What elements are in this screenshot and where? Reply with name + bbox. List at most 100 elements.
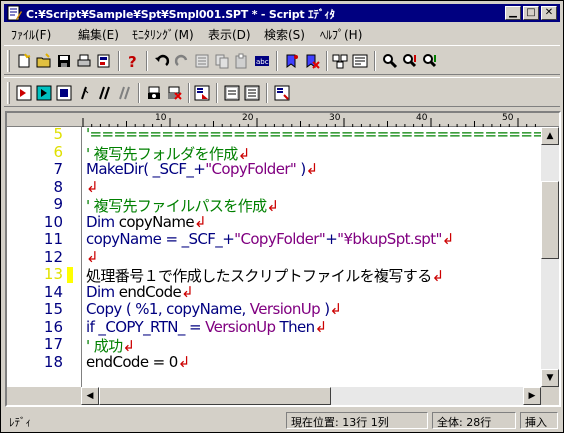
search-icon[interactable] bbox=[382, 53, 398, 69]
compile-icon[interactable] bbox=[332, 53, 348, 69]
stop-icon[interactable] bbox=[56, 85, 72, 101]
code-editor[interactable]: '=======================================… bbox=[81, 127, 541, 387]
menu-edit[interactable]: 編集(E) bbox=[78, 26, 119, 43]
clear-breakpoint-icon[interactable] bbox=[166, 85, 182, 101]
code-token: Copy ( %1, copyName, bbox=[86, 300, 250, 318]
scroll-up-button[interactable]: ▲ bbox=[541, 127, 559, 145]
status-bar: ﾚﾃﾞｨ 現在位置: 13行 1列 全体: 28行 挿入 bbox=[4, 410, 560, 430]
status-total-lines: 28行 bbox=[466, 416, 492, 429]
code-token: endCode bbox=[118, 282, 182, 301]
menu-file[interactable]: ﾌｧｲﾙ(F) bbox=[11, 26, 51, 43]
toolbar-grip[interactable] bbox=[7, 82, 10, 104]
step-out-icon[interactable] bbox=[116, 85, 132, 101]
code-line[interactable]: if _COPY_RTN_ = VersionUp Then↲ bbox=[86, 318, 327, 336]
vertical-scrollbar[interactable]: ▲ ▼ bbox=[541, 127, 559, 387]
code-token: ↲ bbox=[193, 212, 207, 231]
title-bar: C:¥Script¥Sample¥Spt¥Smpl001.SPT * - Scr… bbox=[4, 4, 560, 22]
step-over-icon[interactable] bbox=[96, 85, 112, 101]
minimize-button[interactable]: ▁ bbox=[505, 6, 521, 20]
code-line[interactable]: Dim copyName↲ bbox=[86, 212, 207, 231]
save-icon[interactable] bbox=[56, 53, 72, 69]
horizontal-scrollbar[interactable]: ◀ ▶ bbox=[81, 387, 541, 405]
line-number: 8 bbox=[53, 177, 63, 196]
properties-icon[interactable] bbox=[352, 53, 368, 69]
toolbar-separator bbox=[138, 83, 140, 103]
menu-monitoring[interactable]: ﾓﾆﾀﾘﾝｸﾞ(M) bbox=[132, 26, 194, 43]
toolbar-separator bbox=[326, 51, 328, 71]
code-token: Then bbox=[275, 317, 316, 336]
line-number-gutter: 5 6 7 8 9 10 11 12 13 14 15 16 17 18 bbox=[7, 125, 81, 387]
code-token: ↲ bbox=[177, 352, 191, 371]
status-ready: ﾚﾃﾞｨ bbox=[9, 416, 31, 429]
line-number: 9 bbox=[53, 195, 63, 213]
main-window: C:¥Script¥Sample¥Spt¥Smpl001.SPT * - Scr… bbox=[0, 0, 564, 433]
ruler-label-30: 30 bbox=[329, 113, 341, 123]
line-number: 7 bbox=[53, 160, 63, 178]
call-stack-icon[interactable] bbox=[274, 85, 290, 101]
close-button[interactable]: ✕ bbox=[541, 6, 557, 20]
new-file-icon[interactable] bbox=[16, 53, 32, 69]
code-token: VersionUp bbox=[205, 317, 276, 336]
line-number: 5 bbox=[53, 125, 63, 143]
vertical-scroll-thumb[interactable] bbox=[541, 181, 559, 259]
code-line[interactable]: ↲ bbox=[86, 248, 99, 266]
copy-icon[interactable] bbox=[214, 53, 230, 69]
code-token: ↲ bbox=[266, 197, 280, 215]
ruler-label-50: 50 bbox=[502, 113, 514, 123]
scroll-down-button[interactable]: ▼ bbox=[541, 369, 559, 387]
maximize-button[interactable]: □ bbox=[523, 6, 539, 20]
scroll-corner bbox=[541, 387, 559, 405]
status-total: 全体: 28行 bbox=[432, 412, 516, 429]
code-line[interactable]: '=======================================… bbox=[86, 127, 541, 143]
print-preview-icon[interactable] bbox=[96, 53, 112, 69]
help-icon[interactable]: ? bbox=[124, 53, 140, 69]
code-line[interactable]: MakeDir( _SCF_+"CopyFolder" )↲ bbox=[86, 160, 318, 178]
editor-pane: 10 20 30 40 50 5 6 7 8 9 10 11 12 13 14 15 16 17 18 '… bbox=[5, 111, 561, 407]
ruler-ticks bbox=[82, 118, 536, 127]
output-window-icon[interactable] bbox=[244, 85, 260, 101]
redo-icon[interactable] bbox=[174, 53, 190, 69]
code-line[interactable]: Copy ( %1, copyName, VersionUp )↲ bbox=[86, 300, 342, 318]
variables-window-icon[interactable] bbox=[224, 85, 240, 101]
insert-text-icon[interactable]: abc bbox=[254, 53, 270, 69]
code-token: Dim bbox=[86, 212, 119, 231]
paste-icon[interactable] bbox=[234, 53, 250, 69]
menu-help[interactable]: ﾍﾙﾌﾟ(H) bbox=[320, 26, 362, 43]
search-next-icon[interactable] bbox=[402, 53, 418, 69]
code-line[interactable]: copyName = _SCF_+"CopyFolder"+"¥bkupSpt.… bbox=[86, 230, 454, 248]
ruler-label-20: 20 bbox=[242, 113, 254, 123]
cut-icon[interactable] bbox=[194, 53, 210, 69]
code-token: Dim bbox=[86, 282, 119, 301]
open-file-icon[interactable] bbox=[36, 53, 52, 69]
toolbar-separator bbox=[118, 51, 120, 71]
breakpoint-step-icon[interactable] bbox=[16, 85, 32, 101]
code-line[interactable]: Dim endCode↲ bbox=[86, 282, 194, 301]
code-line[interactable]: ↲ bbox=[86, 178, 99, 196]
menu-search[interactable]: 検索(S) bbox=[264, 26, 305, 43]
undo-icon[interactable] bbox=[154, 53, 170, 69]
line-number: 18 bbox=[43, 352, 63, 371]
step-icon[interactable] bbox=[76, 85, 92, 101]
search-prev-icon[interactable] bbox=[422, 53, 438, 69]
code-line[interactable]: endCode = 0↲ bbox=[86, 353, 190, 371]
line-number: 14 bbox=[43, 282, 63, 301]
code-token: + bbox=[325, 230, 338, 248]
scroll-left-button[interactable]: ◀ bbox=[81, 387, 99, 405]
toolbar-separator bbox=[276, 51, 278, 71]
menu-view[interactable]: 表示(D) bbox=[208, 26, 251, 43]
print-icon[interactable] bbox=[76, 53, 92, 69]
toolbar-separator bbox=[188, 83, 190, 103]
run-icon[interactable] bbox=[36, 85, 52, 101]
ruler-label-40: 40 bbox=[416, 113, 428, 123]
watch-icon[interactable] bbox=[194, 85, 210, 101]
horizontal-scroll-thumb[interactable] bbox=[99, 387, 331, 405]
toolbar-grip[interactable] bbox=[7, 50, 10, 72]
clear-bookmark-icon[interactable] bbox=[304, 53, 320, 69]
svg-text:?: ? bbox=[128, 53, 137, 69]
scroll-right-button[interactable]: ▶ bbox=[523, 387, 541, 405]
line-number: 11 bbox=[43, 230, 63, 248]
window-title: C:¥Script¥Sample¥Spt¥Smpl001.SPT * - Scr… bbox=[26, 8, 335, 21]
code-token: ) bbox=[296, 160, 306, 178]
bookmark-icon[interactable] bbox=[284, 53, 300, 69]
set-breakpoint-icon[interactable] bbox=[146, 85, 162, 101]
